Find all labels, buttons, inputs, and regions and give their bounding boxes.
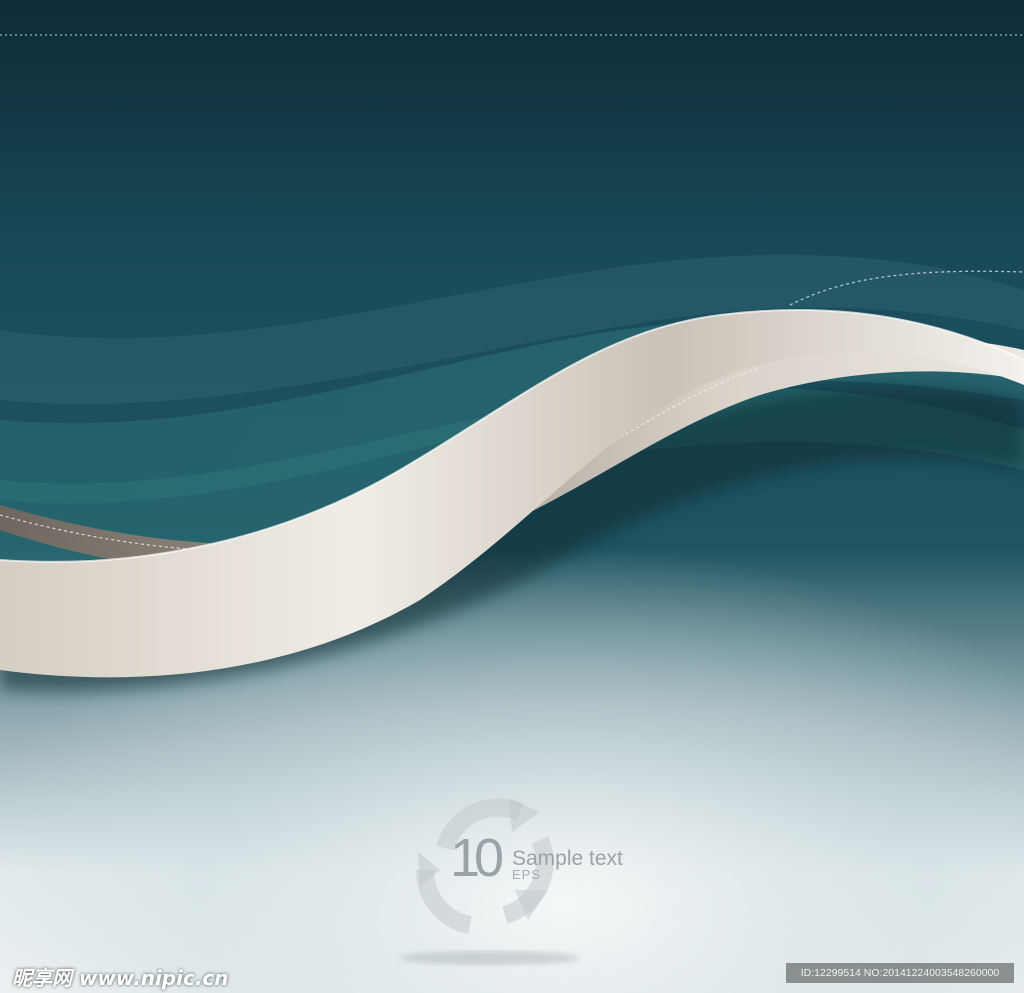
watermark-site: 昵享网 www.nipic.cn — [12, 966, 229, 990]
logo-number: 10 — [450, 828, 504, 888]
logo-format: EPS — [512, 867, 542, 882]
watermark-id: ID:12299514 NO:20141224003548260000 — [786, 963, 1014, 983]
eps-logo: 10 Sample text EPS — [412, 795, 652, 940]
